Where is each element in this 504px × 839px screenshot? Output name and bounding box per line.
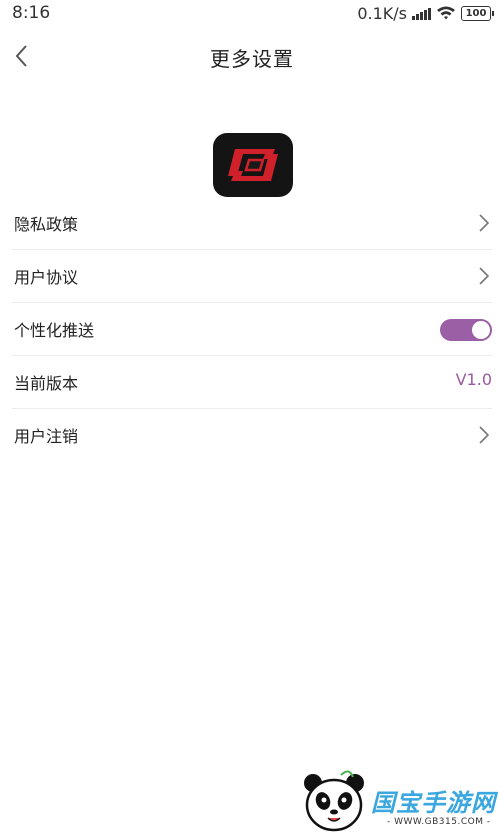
status-bar: 8:16 0.1K/s 100 xyxy=(0,0,504,28)
settings-list: 隐私政策 用户协议 个性化推送 当前版本 V1.0 用户注销 xyxy=(0,197,504,461)
user-agreement-label: 用户协议 xyxy=(14,268,79,287)
battery-icon: 100 xyxy=(461,5,494,21)
status-time: 8:16 xyxy=(12,3,51,23)
chevron-right-icon xyxy=(479,426,490,444)
toggle-knob xyxy=(472,321,490,339)
watermark: 国宝手游网 - WWW.GB315.COM - xyxy=(279,757,504,839)
app-logo-icon xyxy=(228,149,278,181)
settings-row-user-agreement[interactable]: 用户协议 xyxy=(12,250,492,303)
wifi-icon xyxy=(437,6,455,20)
app-logo xyxy=(213,133,293,197)
battery-level: 100 xyxy=(461,5,491,21)
panda-mascot-icon xyxy=(304,770,364,832)
settings-row-current-version: 当前版本 V1.0 xyxy=(12,356,492,409)
chevron-right-icon xyxy=(479,214,490,232)
chevron-right-icon xyxy=(479,267,490,285)
status-indicators: 0.1K/s 100 xyxy=(357,3,494,23)
settings-row-personalized-push: 个性化推送 xyxy=(12,303,492,356)
current-version-label: 当前版本 xyxy=(14,374,79,393)
watermark-brand: 国宝手游网 xyxy=(371,789,496,817)
settings-row-privacy-policy[interactable]: 隐私政策 xyxy=(12,197,492,250)
account-deletion-label: 用户注销 xyxy=(14,427,79,446)
personalized-push-toggle[interactable] xyxy=(440,319,492,341)
current-version-value: V1.0 xyxy=(455,370,492,389)
page-title: 更多设置 xyxy=(210,47,294,71)
signal-icon xyxy=(412,6,431,20)
privacy-policy-label: 隐私政策 xyxy=(14,215,79,234)
network-speed: 0.1K/s xyxy=(357,3,407,23)
watermark-url: - WWW.GB315.COM - xyxy=(387,817,491,827)
settings-row-account-deletion[interactable]: 用户注销 xyxy=(12,409,492,461)
header: 更多设置 xyxy=(0,30,504,82)
personalized-push-label: 个性化推送 xyxy=(14,321,95,340)
